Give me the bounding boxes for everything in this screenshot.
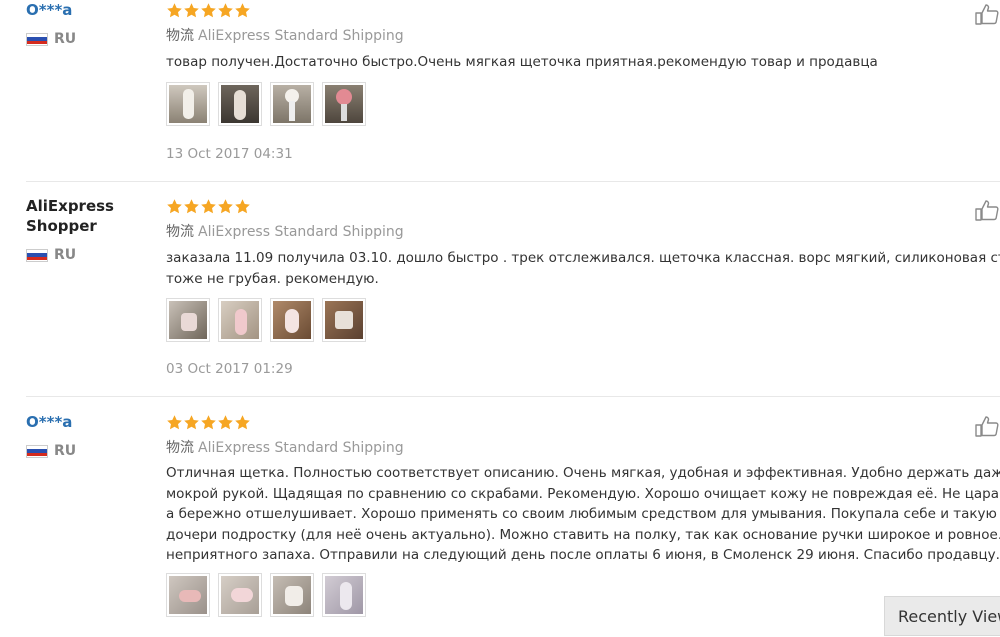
reviewer-name[interactable]: O***a xyxy=(26,0,72,20)
thumbs-up-icon[interactable] xyxy=(974,198,1000,222)
star-icon xyxy=(183,414,200,431)
star-icon xyxy=(166,414,183,431)
recently-viewed-button[interactable]: Recently View xyxy=(884,596,1000,636)
star-icon xyxy=(200,198,217,215)
review-date: 13 Oct 2017 04:31 xyxy=(166,146,293,162)
star-icon xyxy=(234,414,251,431)
star-icon xyxy=(183,2,200,19)
star-icon xyxy=(217,2,234,19)
review-photo[interactable] xyxy=(322,298,366,342)
review-photo[interactable] xyxy=(218,573,262,617)
star-icon xyxy=(183,198,200,215)
star-icon xyxy=(166,198,183,215)
reviewer-country: RU xyxy=(26,247,76,263)
star-icon xyxy=(166,2,183,19)
shipping-method: 物流 AliExpress Standard Shipping xyxy=(166,28,404,44)
review-text: Отличная щетка. Полностью соответствует … xyxy=(166,465,1000,563)
reviewer-country: RU xyxy=(26,31,76,47)
thumbs-up-icon[interactable] xyxy=(974,414,1000,438)
star-rating xyxy=(166,2,251,19)
russia-flag-icon xyxy=(26,32,48,46)
reviewer-name: AliExpress Shopper xyxy=(26,197,114,235)
review-photos xyxy=(166,298,374,342)
star-rating xyxy=(166,198,251,215)
shipping-method: 物流 AliExpress Standard Shipping xyxy=(166,224,404,240)
divider xyxy=(26,396,1000,397)
star-icon xyxy=(234,2,251,19)
reviewer-name[interactable]: O***a xyxy=(26,412,72,432)
review-photos xyxy=(166,573,374,617)
review-photo[interactable] xyxy=(166,82,210,126)
review-text: товар получен.Достаточно быстро.Очень мя… xyxy=(166,54,878,70)
star-icon xyxy=(200,414,217,431)
review-date: 03 Oct 2017 01:29 xyxy=(166,361,293,377)
review-photos xyxy=(166,82,374,126)
review-photo[interactable] xyxy=(322,82,366,126)
star-icon xyxy=(234,198,251,215)
review-photo[interactable] xyxy=(322,573,366,617)
divider xyxy=(26,181,1000,182)
reviewer-country: RU xyxy=(26,443,76,459)
star-icon xyxy=(217,414,234,431)
star-rating xyxy=(166,414,251,431)
review-photo[interactable] xyxy=(270,82,314,126)
star-icon xyxy=(200,2,217,19)
review-text: заказала 11.09 получила 03.10. дошло быс… xyxy=(166,250,1000,287)
review-photo[interactable] xyxy=(270,573,314,617)
russia-flag-icon xyxy=(26,444,48,458)
star-icon xyxy=(217,198,234,215)
thumbs-up-icon[interactable] xyxy=(974,2,1000,26)
review-photo[interactable] xyxy=(270,298,314,342)
review-photo[interactable] xyxy=(166,298,210,342)
review-photo[interactable] xyxy=(166,573,210,617)
review-photo[interactable] xyxy=(218,298,262,342)
review-photo[interactable] xyxy=(218,82,262,126)
russia-flag-icon xyxy=(26,248,48,262)
shipping-method: 物流 AliExpress Standard Shipping xyxy=(166,440,404,456)
